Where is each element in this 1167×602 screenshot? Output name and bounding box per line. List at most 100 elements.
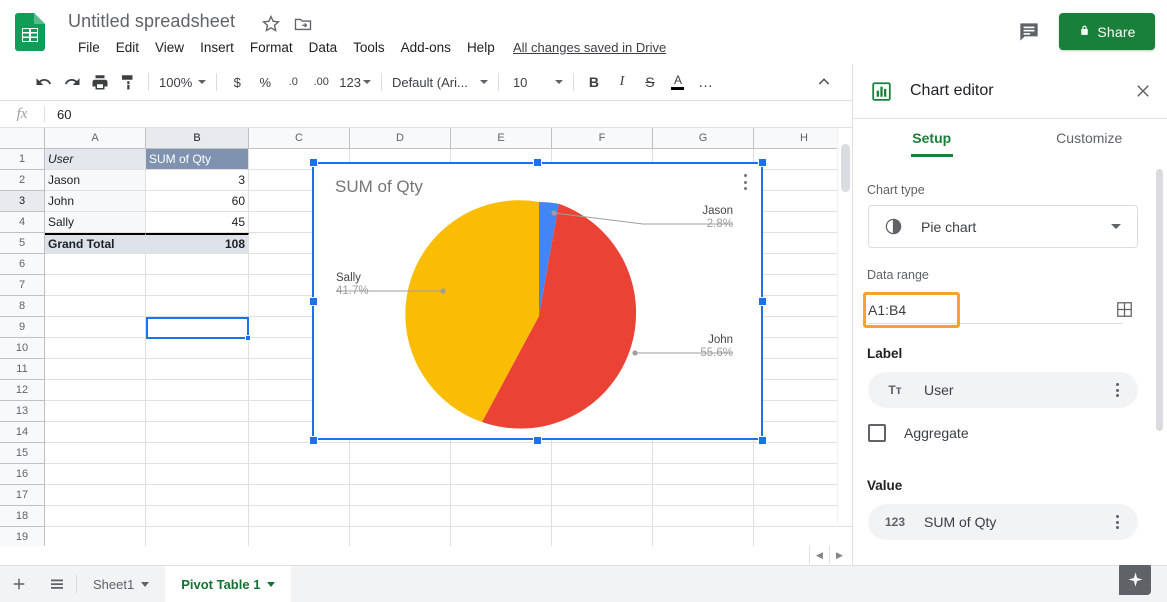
row-header-5[interactable]: 5 bbox=[0, 233, 45, 254]
cell-B7[interactable] bbox=[146, 275, 249, 296]
fill-handle[interactable] bbox=[245, 335, 251, 341]
menu-format[interactable]: Format bbox=[242, 38, 301, 58]
scroll-left-icon[interactable]: ◀ bbox=[809, 546, 829, 564]
row-header-14[interactable]: 14 bbox=[0, 422, 45, 443]
chart-object[interactable]: SUM of Qty Jason 2.8% John 55.6% Sally 4… bbox=[309, 158, 767, 445]
cell-F17[interactable] bbox=[552, 485, 653, 506]
cell-D17[interactable] bbox=[350, 485, 451, 506]
cell-G15[interactable] bbox=[653, 443, 754, 464]
cell-B13[interactable] bbox=[146, 401, 249, 422]
cell-A4[interactable]: Sally bbox=[45, 212, 146, 233]
row-header-12[interactable]: 12 bbox=[0, 380, 45, 401]
cell-A18[interactable] bbox=[45, 506, 146, 527]
cell-C15[interactable] bbox=[249, 443, 350, 464]
select-all-corner[interactable] bbox=[0, 128, 45, 149]
cell-H19[interactable] bbox=[754, 527, 852, 546]
label-field-chip[interactable]: Tт User bbox=[868, 372, 1138, 408]
chart-handle-br[interactable] bbox=[758, 436, 767, 445]
cell-A5[interactable]: Grand Total bbox=[45, 233, 146, 254]
row-header-18[interactable]: 18 bbox=[0, 506, 45, 527]
row-header-19[interactable]: 19 bbox=[0, 527, 45, 546]
cell-D19[interactable] bbox=[350, 527, 451, 546]
cell-B18[interactable] bbox=[146, 506, 249, 527]
row-header-6[interactable]: 6 bbox=[0, 254, 45, 275]
cell-B11[interactable] bbox=[146, 359, 249, 380]
row-header-3[interactable]: 3 bbox=[0, 191, 45, 212]
menu-help[interactable]: Help bbox=[459, 38, 503, 58]
aggregate-checkbox-row[interactable]: Aggregate bbox=[868, 424, 969, 442]
cell-C16[interactable] bbox=[249, 464, 350, 485]
italic-button[interactable]: I bbox=[608, 69, 636, 95]
chart-handle-tm[interactable] bbox=[533, 158, 542, 167]
cell-B14[interactable] bbox=[146, 422, 249, 443]
move-to-folder-icon[interactable] bbox=[293, 14, 313, 34]
row-header-9[interactable]: 9 bbox=[0, 317, 45, 338]
cell-A19[interactable] bbox=[45, 527, 146, 546]
cell-G17[interactable] bbox=[653, 485, 754, 506]
percent-button[interactable]: % bbox=[251, 69, 279, 95]
select-data-range-icon[interactable] bbox=[1113, 298, 1135, 320]
print-icon[interactable] bbox=[86, 69, 114, 95]
row-header-13[interactable]: 13 bbox=[0, 401, 45, 422]
column-header-g[interactable]: G bbox=[653, 128, 754, 149]
cell-A10[interactable] bbox=[45, 338, 146, 359]
cell-F15[interactable] bbox=[552, 443, 653, 464]
formula-input[interactable]: 60 bbox=[45, 107, 852, 122]
more-options-button[interactable]: … bbox=[692, 69, 720, 95]
collapse-toolbar-icon[interactable] bbox=[811, 69, 837, 95]
panel-scroll-thumb[interactable] bbox=[1156, 169, 1163, 431]
cell-D18[interactable] bbox=[350, 506, 451, 527]
cell-A1[interactable]: User bbox=[45, 149, 146, 170]
all-sheets-icon[interactable] bbox=[38, 566, 76, 602]
column-header-a[interactable]: A bbox=[45, 128, 146, 149]
cell-A6[interactable] bbox=[45, 254, 146, 275]
column-header-d[interactable]: D bbox=[350, 128, 451, 149]
cell-B8[interactable] bbox=[146, 296, 249, 317]
strikethrough-button[interactable]: S bbox=[636, 69, 664, 95]
row-header-10[interactable]: 10 bbox=[0, 338, 45, 359]
font-size-dropdown[interactable]: 10 bbox=[505, 69, 567, 95]
save-status[interactable]: All changes saved in Drive bbox=[513, 40, 666, 55]
aggregate-checkbox[interactable] bbox=[868, 424, 886, 442]
close-icon[interactable] bbox=[1132, 80, 1154, 102]
cell-B16[interactable] bbox=[146, 464, 249, 485]
cell-E17[interactable] bbox=[451, 485, 552, 506]
label-field-menu-icon[interactable] bbox=[1110, 381, 1124, 399]
cell-A11[interactable] bbox=[45, 359, 146, 380]
cell-A3[interactable]: John bbox=[45, 191, 146, 212]
cell-B12[interactable] bbox=[146, 380, 249, 401]
menu-add-ons[interactable]: Add-ons bbox=[393, 38, 459, 58]
sheet-tab-sheet1[interactable]: Sheet1 bbox=[77, 566, 165, 602]
row-header-8[interactable]: 8 bbox=[0, 296, 45, 317]
row-header-11[interactable]: 11 bbox=[0, 359, 45, 380]
cell-F18[interactable] bbox=[552, 506, 653, 527]
sheet-tab-pivot-table-1[interactable]: Pivot Table 1 bbox=[165, 566, 292, 602]
cell-A8[interactable] bbox=[45, 296, 146, 317]
cell-E19[interactable] bbox=[451, 527, 552, 546]
chevron-down-icon[interactable] bbox=[267, 581, 276, 587]
number-format-dropdown[interactable]: 123 bbox=[335, 69, 375, 95]
cell-B4[interactable]: 45 bbox=[146, 212, 249, 233]
cell-F19[interactable] bbox=[552, 527, 653, 546]
cell-A7[interactable] bbox=[45, 275, 146, 296]
cell-E15[interactable] bbox=[451, 443, 552, 464]
cell-A12[interactable] bbox=[45, 380, 146, 401]
cell-D15[interactable] bbox=[350, 443, 451, 464]
explore-icon[interactable] bbox=[1119, 563, 1151, 595]
row-header-7[interactable]: 7 bbox=[0, 275, 45, 296]
bold-button[interactable]: B bbox=[580, 69, 608, 95]
cell-B6[interactable] bbox=[146, 254, 249, 275]
cell-C17[interactable] bbox=[249, 485, 350, 506]
cell-G19[interactable] bbox=[653, 527, 754, 546]
row-header-4[interactable]: 4 bbox=[0, 212, 45, 233]
cell-G18[interactable] bbox=[653, 506, 754, 527]
increase-decimal-button[interactable]: .00 bbox=[307, 69, 335, 95]
cell-A17[interactable] bbox=[45, 485, 146, 506]
cell-G16[interactable] bbox=[653, 464, 754, 485]
grid-vertical-scrollbar[interactable] bbox=[837, 128, 852, 523]
cell-B2[interactable]: 3 bbox=[146, 170, 249, 191]
font-dropdown[interactable]: Default (Ari... bbox=[388, 69, 492, 95]
column-header-f[interactable]: F bbox=[552, 128, 653, 149]
menu-insert[interactable]: Insert bbox=[192, 38, 242, 58]
menu-edit[interactable]: Edit bbox=[108, 38, 147, 58]
